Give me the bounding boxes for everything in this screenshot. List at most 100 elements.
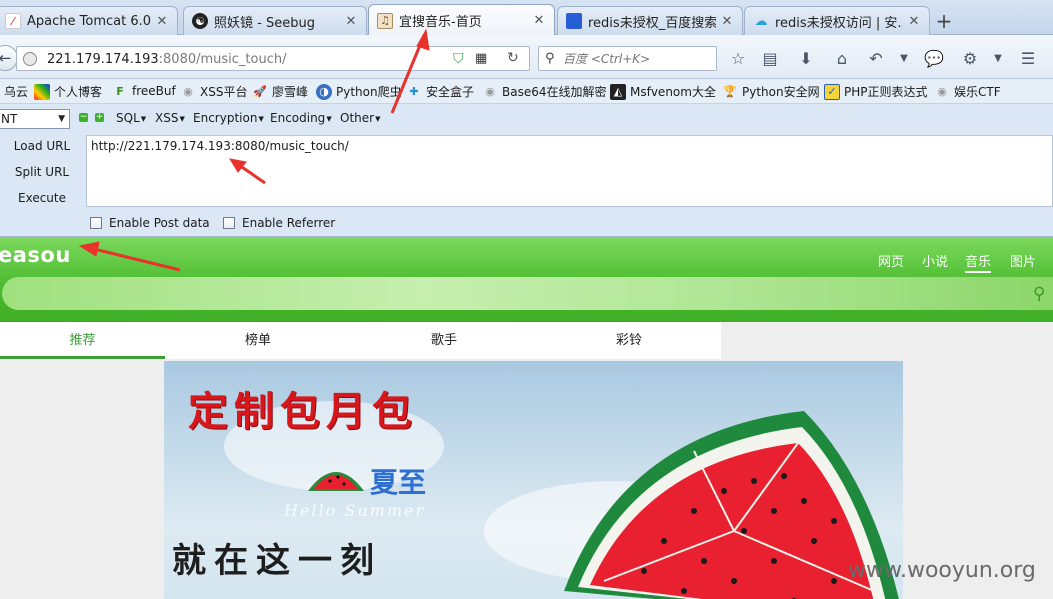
plus-icon[interactable]: + [95,113,104,122]
easou-icon: ♫ [377,12,393,29]
tab-charts[interactable]: 榜单 [178,322,338,359]
menu-encryption[interactable]: Encryption▼ [193,111,264,125]
seebug-icon: ☯ [192,13,208,29]
reading-list-icon[interactable]: ▤ [760,49,780,69]
menu-other[interactable]: Other▼ [340,111,380,125]
globe-icon: ◉ [937,85,947,98]
globe-icon [23,52,37,66]
tab-easou-music[interactable]: ♫ 宜搜音乐-首页 ✕ [368,4,555,36]
banner-hello-summer: Hello Summer [284,501,426,520]
cloud-icon: ☁ [754,13,768,29]
chat-bubble-icon[interactable]: 💬 [924,49,944,69]
undo-icon[interactable]: ↶ [866,49,886,69]
tab-title: Apache Tomcat 6.0 ... [27,13,151,29]
qr-code-icon[interactable]: ▦ [475,51,491,67]
extension-icon[interactable]: ⚙ [960,49,980,69]
menu-xss[interactable]: XSS▼ [155,111,185,125]
tab-apache-tomcat[interactable]: ⁄ Apache Tomcat 6.0 ... ✕ [0,6,178,35]
bookmark-php-regex[interactable]: ✓ PHP正则表达式 [824,83,928,100]
tab-redis-article[interactable]: ☁ redis未授权访问 | 安... ✕ [744,6,930,35]
close-icon[interactable]: ✕ [344,14,358,29]
tab-ringtones[interactable]: 彩铃 [549,322,709,359]
enable-referrer-checkbox[interactable]: Enable Referrer [223,216,335,230]
bookmark-python-crawler[interactable]: ◑ Python爬虫 [316,83,402,100]
music-search-input[interactable] [2,277,1053,310]
search-icon: ⚲ [545,51,555,66]
hackbar-version-select[interactable]: NT ▼ [0,109,70,129]
python-icon: ◑ [316,83,332,100]
tab-strip: ⁄ Apache Tomcat 6.0 ... ✕ ☯ 照妖镜 - Seebug… [0,0,1053,36]
menu-encoding[interactable]: Encoding▼ [270,111,332,125]
bookmark-liaoxuefeng[interactable]: 🚀 廖雪峰 [252,83,308,100]
menu-icon[interactable]: ☰ [1018,49,1038,69]
close-icon[interactable]: ✕ [155,14,169,29]
bookmark-label: Msfvenom大全 [630,85,716,99]
baidu-icon: 🐾 [566,13,582,29]
menu-label: Other [340,111,375,125]
hackbar-url-textarea[interactable]: http://221.179.174.193:8080/music_touch/ [86,135,1053,207]
split-url-button[interactable]: Split URL [0,165,84,179]
bookmark-xss[interactable]: ◉ XSS平台 [180,83,247,100]
enable-post-checkbox[interactable]: Enable Post data [90,216,210,230]
bookmark-python-security[interactable]: 🏆 Python安全网 [722,83,820,100]
topnav-music[interactable]: 音乐 [965,251,992,273]
menu-label: SQL [116,111,140,125]
tab-recommended[interactable]: 推荐 [0,322,165,359]
checkbox-label: Enable Referrer [242,216,336,230]
checkbox-label: Enable Post data [109,216,210,230]
search-box[interactable]: ⚲ [538,46,717,71]
close-icon[interactable]: ✕ [720,14,734,29]
bookmark-label: 娱乐CTF [954,85,1001,99]
url-bar[interactable]: 221.179.174.193:8080/music_touch/ ⛉ ▦ ↻ [16,46,530,71]
bookmark-star-icon[interactable]: ☆ [728,49,748,69]
banner-xiazhi: 夏至 [370,466,427,499]
close-icon[interactable]: ✕ [532,13,546,28]
search-input[interactable] [563,50,713,68]
bookmark-label: 个人博客 [54,85,103,99]
checkbox-box[interactable] [223,217,235,229]
chevron-down-icon[interactable]: ▼ [894,49,914,69]
topnav-web[interactable]: 网页 [878,251,904,270]
bookmark-freebuf[interactable]: FfreeBuf [112,83,176,99]
bookmark-msfvenom[interactable]: ◭ Msfvenom大全 [610,83,716,100]
bookmark-blog[interactable]: 个人博客 [34,83,102,100]
minus-icon[interactable]: − [79,113,88,122]
bookmark-label: Base64在线加解密 [502,85,607,99]
close-icon[interactable]: ✕ [907,14,921,29]
easou-logo[interactable]: easou [0,243,71,267]
bookmark-ctf[interactable]: ◉ 娱乐CTF [934,83,1001,100]
url-text[interactable]: 221.179.174.193:8080/music_touch/ [47,52,287,67]
tab-strip-filler [721,322,1053,359]
checkbox-box[interactable] [90,217,102,229]
bookmark-label: 安全盒子 [426,85,475,99]
promo-banner[interactable]: 定制包月包 夏至 Hello Summer 就在这一刻 [164,361,903,599]
search-icon[interactable]: ⚲ [1033,284,1053,304]
topnav-novel[interactable]: 小说 [922,251,948,270]
menu-sql[interactable]: SQL▼ [116,111,146,125]
reload-icon[interactable]: ↻ [507,50,523,66]
tab-title: 宜搜音乐-首页 [399,15,482,30]
bookmark-label: Python安全网 [742,85,820,99]
new-tab-button[interactable]: + [932,9,956,33]
trophy-icon: 🏆 [723,85,737,98]
tab-baidu-search[interactable]: 🐾 redis未授权_百度搜索 ✕ [557,6,743,35]
home-icon[interactable]: ⌂ [832,49,852,69]
topnav-images[interactable]: 图片 [1010,251,1036,270]
bookmark-label: Python爬虫 [336,85,402,99]
watermelon-slice-icon [308,472,364,491]
bookmark-base64[interactable]: ◉ Base64在线加解密 [482,83,607,100]
url-path: :8080/music_touch/ [158,52,287,67]
tab-singers[interactable]: 歌手 [364,322,524,359]
bookmarks-bar: 乌云 个人博客 FfreeBuf ◉ XSS平台 🚀 廖雪峰 ◑ Python爬虫 ✚… [0,79,1053,104]
bookmark-label: freeBuf [132,84,176,98]
hackbar-panel: NT ▼ − + SQL▼ XSS▼ Encryption▼ Encoding▼ … [0,104,1053,237]
execute-button[interactable]: Execute [0,191,84,205]
load-url-button[interactable]: Load URL [0,139,84,153]
chevron-down-icon[interactable]: ▼ [988,49,1008,69]
tab-seebug[interactable]: ☯ 照妖镜 - Seebug ✕ [183,6,367,35]
shield-icon[interactable]: ⛉ [453,51,469,67]
bookmark-wooyun[interactable]: 乌云 [4,83,28,100]
bookmark-security-box[interactable]: ✚ 安全盒子 [406,83,474,100]
download-icon[interactable]: ⬇ [796,49,816,69]
banner-headline: 定制包月包 [188,388,418,435]
